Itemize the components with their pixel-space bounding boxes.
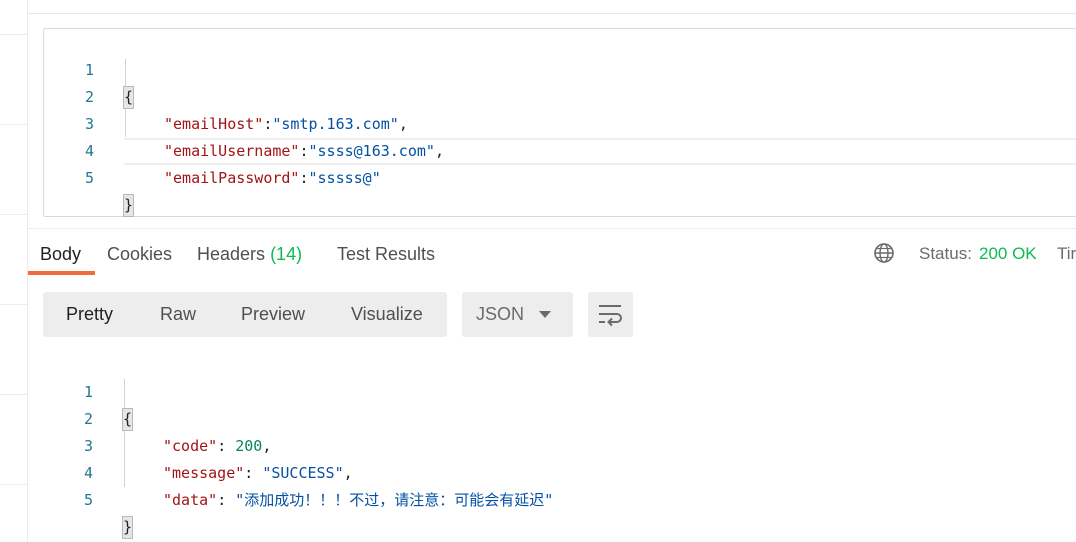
section-divider bbox=[28, 228, 1076, 229]
json-key: "emailPassword" bbox=[164, 169, 300, 187]
line-number: 5 bbox=[84, 169, 94, 187]
sidebar-divider bbox=[0, 484, 27, 485]
tab-headers[interactable]: Headers (14) bbox=[197, 241, 302, 267]
code-line: 2 "code": 200, bbox=[43, 379, 1076, 455]
line-number: 5 bbox=[83, 491, 93, 509]
code-line: 3 "emailUsername":"ssss@163.com", bbox=[44, 84, 1076, 160]
json-string-value: "sssss@" bbox=[308, 169, 381, 187]
sidebar-divider bbox=[0, 304, 27, 305]
matched-brace: } bbox=[123, 194, 134, 217]
wrap-lines-icon bbox=[599, 305, 622, 327]
response-body-viewer[interactable]: 1 { 2 "code": 200, 3 "message": "SUCCESS… bbox=[43, 351, 1076, 539]
json-key: "data" bbox=[163, 491, 218, 509]
code-line: 1 { bbox=[44, 30, 1076, 109]
top-divider bbox=[28, 13, 1076, 14]
code-line: 1 { bbox=[43, 352, 1076, 431]
chevron-down-icon bbox=[539, 311, 551, 318]
code-line: 4 "emailPassword":"sssss@" bbox=[44, 111, 1076, 187]
sidebar-divider bbox=[0, 34, 27, 35]
format-pretty-button[interactable]: Pretty bbox=[66, 292, 113, 337]
sidebar-divider bbox=[0, 214, 27, 215]
code-line: 3 "message": "SUCCESS", bbox=[43, 406, 1076, 482]
format-segmented-control: Pretty Raw Preview Visualize bbox=[43, 292, 447, 337]
format-raw-button[interactable]: Raw bbox=[160, 292, 196, 337]
time-label: Tir bbox=[1057, 244, 1076, 263]
status-value[interactable]: 200 OK bbox=[979, 241, 1037, 267]
request-body-editor[interactable]: 1 { 2 "emailHost":"smtp.163.com", 3 "ema… bbox=[43, 28, 1076, 217]
json-separator: : bbox=[299, 169, 309, 187]
json-separator: : bbox=[217, 491, 236, 509]
globe-icon[interactable] bbox=[873, 242, 895, 264]
wrap-lines-button[interactable] bbox=[588, 292, 633, 337]
code-line: 5 } bbox=[44, 138, 1076, 217]
code-line: 2 "emailHost":"smtp.163.com", bbox=[44, 57, 1076, 133]
status-label: Status: bbox=[919, 244, 972, 263]
tab-cookies[interactable]: Cookies bbox=[107, 241, 172, 267]
language-select[interactable]: JSON bbox=[462, 292, 573, 337]
language-select-value: JSON bbox=[476, 304, 525, 324]
format-preview-button[interactable]: Preview bbox=[241, 292, 305, 337]
format-visualize-button[interactable]: Visualize bbox=[351, 292, 423, 337]
left-sidebar-strip bbox=[0, 0, 28, 542]
tab-headers-label: Headers bbox=[197, 244, 266, 264]
headers-count-badge: (14) bbox=[270, 244, 303, 264]
tab-test-results[interactable]: Test Results bbox=[337, 241, 435, 267]
tab-body[interactable]: Body bbox=[40, 241, 81, 267]
json-string-value: "添加成功！！！不过，请注意：可能会有延迟" bbox=[235, 491, 554, 509]
sidebar-divider bbox=[0, 394, 27, 395]
matched-brace: } bbox=[122, 516, 133, 539]
sidebar-divider bbox=[0, 124, 27, 125]
code-line: 5 } bbox=[43, 460, 1076, 539]
active-tab-indicator bbox=[28, 271, 95, 275]
code-line: 4 "data": "添加成功！！！不过，请注意：可能会有延迟" bbox=[43, 433, 1076, 509]
